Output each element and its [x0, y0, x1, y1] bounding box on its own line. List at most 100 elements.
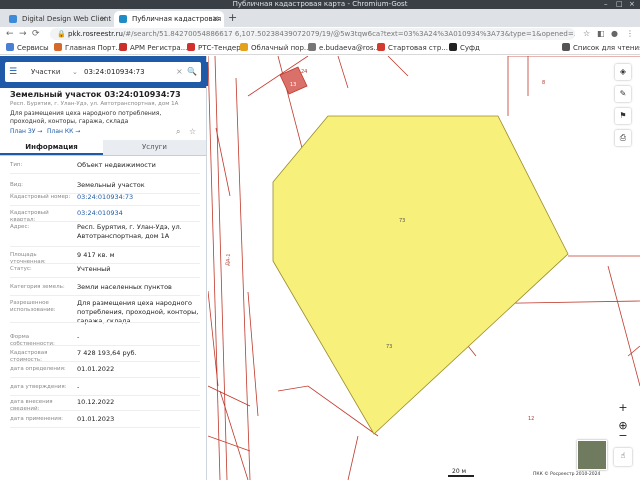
zoom-out-button[interactable]: −: [614, 428, 632, 444]
apps-grid-icon: [6, 43, 14, 51]
menu-icon[interactable]: ☰: [9, 66, 17, 78]
attribute-divider: [10, 410, 200, 411]
boundary-line: [208, 435, 251, 452]
hand-pointer-icon[interactable]: ☝: [614, 448, 632, 466]
boundary-line: [219, 390, 249, 480]
rosreestr-favicon-icon: [119, 15, 127, 23]
object-permitted-use: Для размещения цеха народного потреблени…: [10, 110, 162, 125]
menu-kebab-icon[interactable]: ⋮: [626, 28, 634, 40]
reading-list[interactable]: Список для чтения: [562, 42, 640, 54]
copyright: ПКК © Росреестр 2010-2024: [533, 472, 601, 477]
map-view[interactable]: 73 73 24 13 8 12 ДА-1: [208, 56, 640, 480]
bookmark-services[interactable]: Сервисы: [6, 42, 49, 54]
address-host: pkk.rosreestr.ru: [68, 30, 123, 38]
basemap-switcher[interactable]: [577, 440, 607, 470]
parcel-label: 73: [399, 218, 405, 224]
reload-icon[interactable]: ⟳: [32, 28, 40, 40]
scale-label: 20 м: [452, 468, 467, 475]
lock-icon: 🔒: [57, 30, 66, 38]
attribute-value: 01.01.2022: [77, 365, 115, 373]
attribute-divider: [10, 263, 200, 264]
forward-icon[interactable]: →: [19, 28, 27, 40]
boundary-line: [347, 435, 359, 480]
attribute-divider: [10, 173, 200, 174]
attribute-label: Категория земель:: [10, 284, 65, 290]
bookmark-arm[interactable]: АРМ Регистра...: [119, 42, 187, 54]
object-title: Земельный участок 03:24:010934:73: [10, 90, 181, 99]
attribute-value: -: [77, 383, 80, 391]
search-input[interactable]: 03:24:010934:73: [84, 62, 145, 82]
bookmark-flag-icon[interactable]: ⚑: [615, 108, 631, 124]
new-tab-button[interactable]: +: [228, 11, 237, 25]
road-label: ДА-1: [225, 253, 232, 266]
boundary-line: [214, 56, 228, 480]
plan-zu-link[interactable]: План ЗУ →: [10, 128, 42, 135]
close-window-button[interactable]: ×: [629, 0, 635, 9]
close-tab-icon[interactable]: ×: [212, 11, 219, 27]
back-icon[interactable]: ←: [6, 28, 14, 40]
panel-tabs: Информация Услуги: [0, 140, 206, 156]
edit-pen-icon[interactable]: ✎: [615, 86, 631, 102]
print-icon[interactable]: ⎙: [615, 130, 631, 146]
favorite-star-icon[interactable]: ☆: [189, 127, 196, 136]
attribute-label: дата определения:: [10, 366, 66, 372]
attribute-label: дата утверждения:: [10, 384, 67, 390]
attribute-divider: [10, 295, 200, 296]
selected-parcel[interactable]: [272, 115, 569, 435]
attribute-divider: [10, 205, 200, 206]
attribute-value: 9 417 кв. м: [77, 251, 115, 259]
profile-icon[interactable]: ●: [611, 28, 618, 40]
search-header: ☰ Участки ⌄ 03:24:010934:73 × 🔍: [0, 56, 206, 88]
zoom-in-button[interactable]: +: [614, 400, 632, 416]
map-canvas: 73 73 24 13 8 12 ДА-1: [208, 56, 640, 480]
attribute-value: Учтенный: [77, 265, 111, 273]
parcel-label-8: 8: [542, 80, 545, 86]
parcel-label-lower: 73: [386, 344, 392, 350]
bookmark-main-portal[interactable]: Главная Порт...: [54, 42, 122, 54]
chevron-down-icon[interactable]: ⌄: [72, 62, 78, 82]
tab-label: Digital Design Web Client: [22, 15, 112, 23]
tab-information[interactable]: Информация: [0, 140, 103, 155]
layers-icon[interactable]: ◈: [615, 64, 631, 80]
bookmark-email[interactable]: e.budaeva@ros...: [308, 42, 380, 54]
attribute-label: дата применения:: [10, 416, 64, 422]
tab-digital-design[interactable]: Digital Design Web Client ×: [4, 11, 112, 27]
minimize-button[interactable]: –: [604, 0, 608, 9]
window-title: Публичная кадастровая карта - Chromium-G…: [0, 0, 640, 9]
arm-favicon-icon: [119, 43, 127, 51]
tab-services[interactable]: Услуги: [103, 140, 206, 155]
address-path: /#/search/51.84270054886617 6,107.502384…: [122, 30, 575, 38]
zoom-to-object-icon[interactable]: ⌕: [176, 127, 180, 137]
attribute-divider: [10, 427, 200, 428]
boundary-line: [607, 265, 640, 387]
tab-pkk[interactable]: Публичная кадастровая ×: [114, 11, 224, 27]
address-bar[interactable]: 🔒 pkk.rosreestr.ru/#/search/51.842700548…: [50, 28, 575, 40]
attribute-divider: [10, 277, 200, 278]
search-icon[interactable]: 🔍: [187, 62, 197, 82]
bookmark-cloud-portal[interactable]: Облачный пор...: [240, 42, 311, 54]
boundary-line: [208, 385, 251, 407]
attribute-divider: [10, 395, 200, 396]
bookmark-sufd[interactable]: Суфд: [449, 42, 480, 54]
attribute-label: Адрес:: [10, 224, 30, 230]
cloud-favicon-icon: [240, 43, 248, 51]
extensions-icon[interactable]: ◧: [597, 28, 605, 40]
attribute-divider: [10, 221, 200, 222]
browser-toolbar: ← → ⟳ 🔒 pkk.rosreestr.ru/#/search/51.842…: [0, 27, 640, 41]
boundary-line: [247, 291, 259, 417]
boundary-line: [235, 77, 251, 480]
attribute-value[interactable]: 03:24:010934: [77, 209, 201, 218]
bookmark-rts[interactable]: РТС-Тендер: [187, 42, 241, 54]
parcel-label-24: 24: [301, 69, 307, 75]
bookmark-star-icon[interactable]: ☆: [583, 28, 590, 40]
attribute-divider: [10, 361, 200, 362]
search-type-select[interactable]: Участки: [31, 62, 60, 82]
close-tab-icon[interactable]: ×: [100, 11, 107, 27]
bookmark-start-page[interactable]: Стартовая стр...: [377, 42, 448, 54]
plan-kk-link[interactable]: План КК →: [47, 128, 80, 135]
attribute-value: Респ. Бурятия, г. Улан-Удэ, ул. Автотран…: [77, 223, 182, 240]
attribute-value[interactable]: 03:24:010934:73: [77, 193, 201, 202]
clear-search-icon[interactable]: ×: [176, 62, 183, 82]
maximize-button[interactable]: □: [616, 0, 623, 9]
rts-favicon-icon: [187, 43, 195, 51]
